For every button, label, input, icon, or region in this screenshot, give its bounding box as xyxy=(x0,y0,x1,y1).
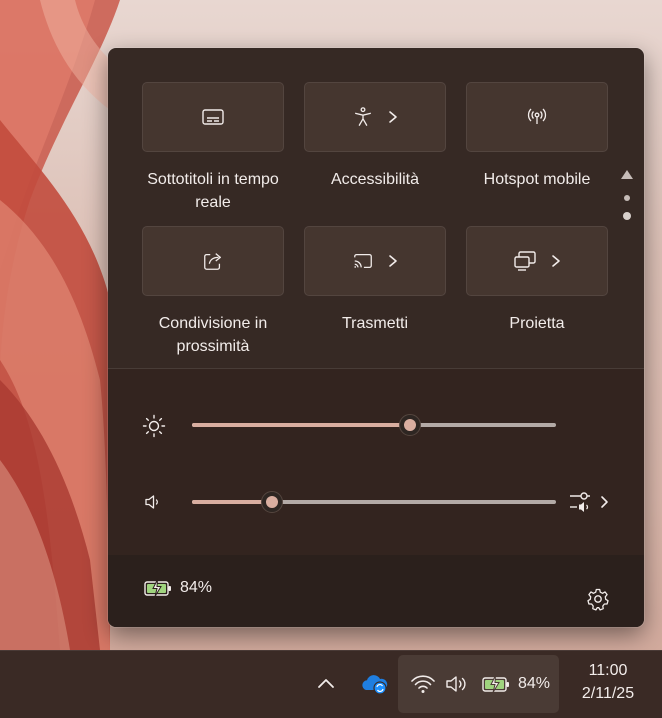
page-up-arrow-icon xyxy=(621,170,633,179)
audio-output-button[interactable] xyxy=(568,490,614,514)
chevron-up-icon[interactable] xyxy=(316,675,336,691)
wifi-icon xyxy=(411,675,435,693)
tile-accessibility-label: Accessibilità xyxy=(330,171,420,188)
quick-settings-tiles: Sottotitoli in tempo reale Accessibilità xyxy=(108,48,644,368)
chevron-right-icon xyxy=(389,111,397,123)
quick-settings-footer: 84% xyxy=(108,555,644,627)
system-tray-quick-settings[interactable]: 84% xyxy=(398,655,559,713)
battery-charging-icon xyxy=(144,579,171,597)
battery-status[interactable]: 84% xyxy=(144,579,212,597)
speaker-icon[interactable] xyxy=(143,492,163,512)
tile-live-captions-label: Sottotitoli in tempo reale xyxy=(147,171,279,211)
share-icon xyxy=(204,253,221,270)
sun-icon xyxy=(142,414,166,438)
taskbar-clock[interactable]: 11:00 2/11/25 xyxy=(568,659,648,705)
tile-mobile-hotspot-label: Hotspot mobile xyxy=(483,171,591,188)
tile-nearby-sharing[interactable] xyxy=(142,226,284,296)
sliders-section xyxy=(108,369,644,555)
tile-accessibility[interactable] xyxy=(304,82,446,152)
tile-live-captions[interactable] xyxy=(142,82,284,152)
quick-settings-panel: Sottotitoli in tempo reale Accessibilità xyxy=(108,48,644,627)
hotspot-icon xyxy=(527,108,547,124)
chevron-right-icon xyxy=(389,255,397,267)
speaker-icon xyxy=(446,676,466,692)
page-indicator xyxy=(620,166,634,231)
captions-icon xyxy=(202,109,224,125)
tile-cast-label: Trasmetti xyxy=(341,315,409,332)
brightness-slider-thumb[interactable] xyxy=(399,414,421,436)
tile-mobile-hotspot[interactable] xyxy=(466,82,608,152)
project-icon xyxy=(514,251,536,271)
gear-icon[interactable] xyxy=(586,587,610,611)
tray-battery-percentage: 84% xyxy=(518,675,551,692)
clock-date: 2/11/25 xyxy=(581,685,635,702)
volume-slider-track[interactable] xyxy=(192,500,556,504)
taskbar: 84% 11:00 2/11/25 xyxy=(0,650,662,718)
battery-percentage: 84% xyxy=(180,579,213,596)
accessibility-icon xyxy=(355,107,371,126)
tile-cast[interactable] xyxy=(304,226,446,296)
clock-time: 11:00 xyxy=(588,662,628,679)
page-dot xyxy=(624,195,630,201)
onedrive-sync-icon[interactable] xyxy=(361,672,389,696)
chevron-right-icon xyxy=(552,255,560,267)
tile-project[interactable] xyxy=(466,226,608,296)
brightness-slider-track[interactable] xyxy=(192,423,556,427)
page-dot-current xyxy=(623,212,631,220)
volume-slider-thumb[interactable] xyxy=(261,491,283,513)
tile-nearby-sharing-label: Condivisione in prossimità xyxy=(158,315,268,355)
brightness-slider-fill xyxy=(192,423,410,427)
volume-slider-fill xyxy=(192,500,272,504)
cast-icon xyxy=(354,253,372,269)
battery-charging-icon xyxy=(482,675,509,693)
audio-mixer-icon xyxy=(570,492,608,512)
tile-project-label: Proietta xyxy=(509,315,565,332)
